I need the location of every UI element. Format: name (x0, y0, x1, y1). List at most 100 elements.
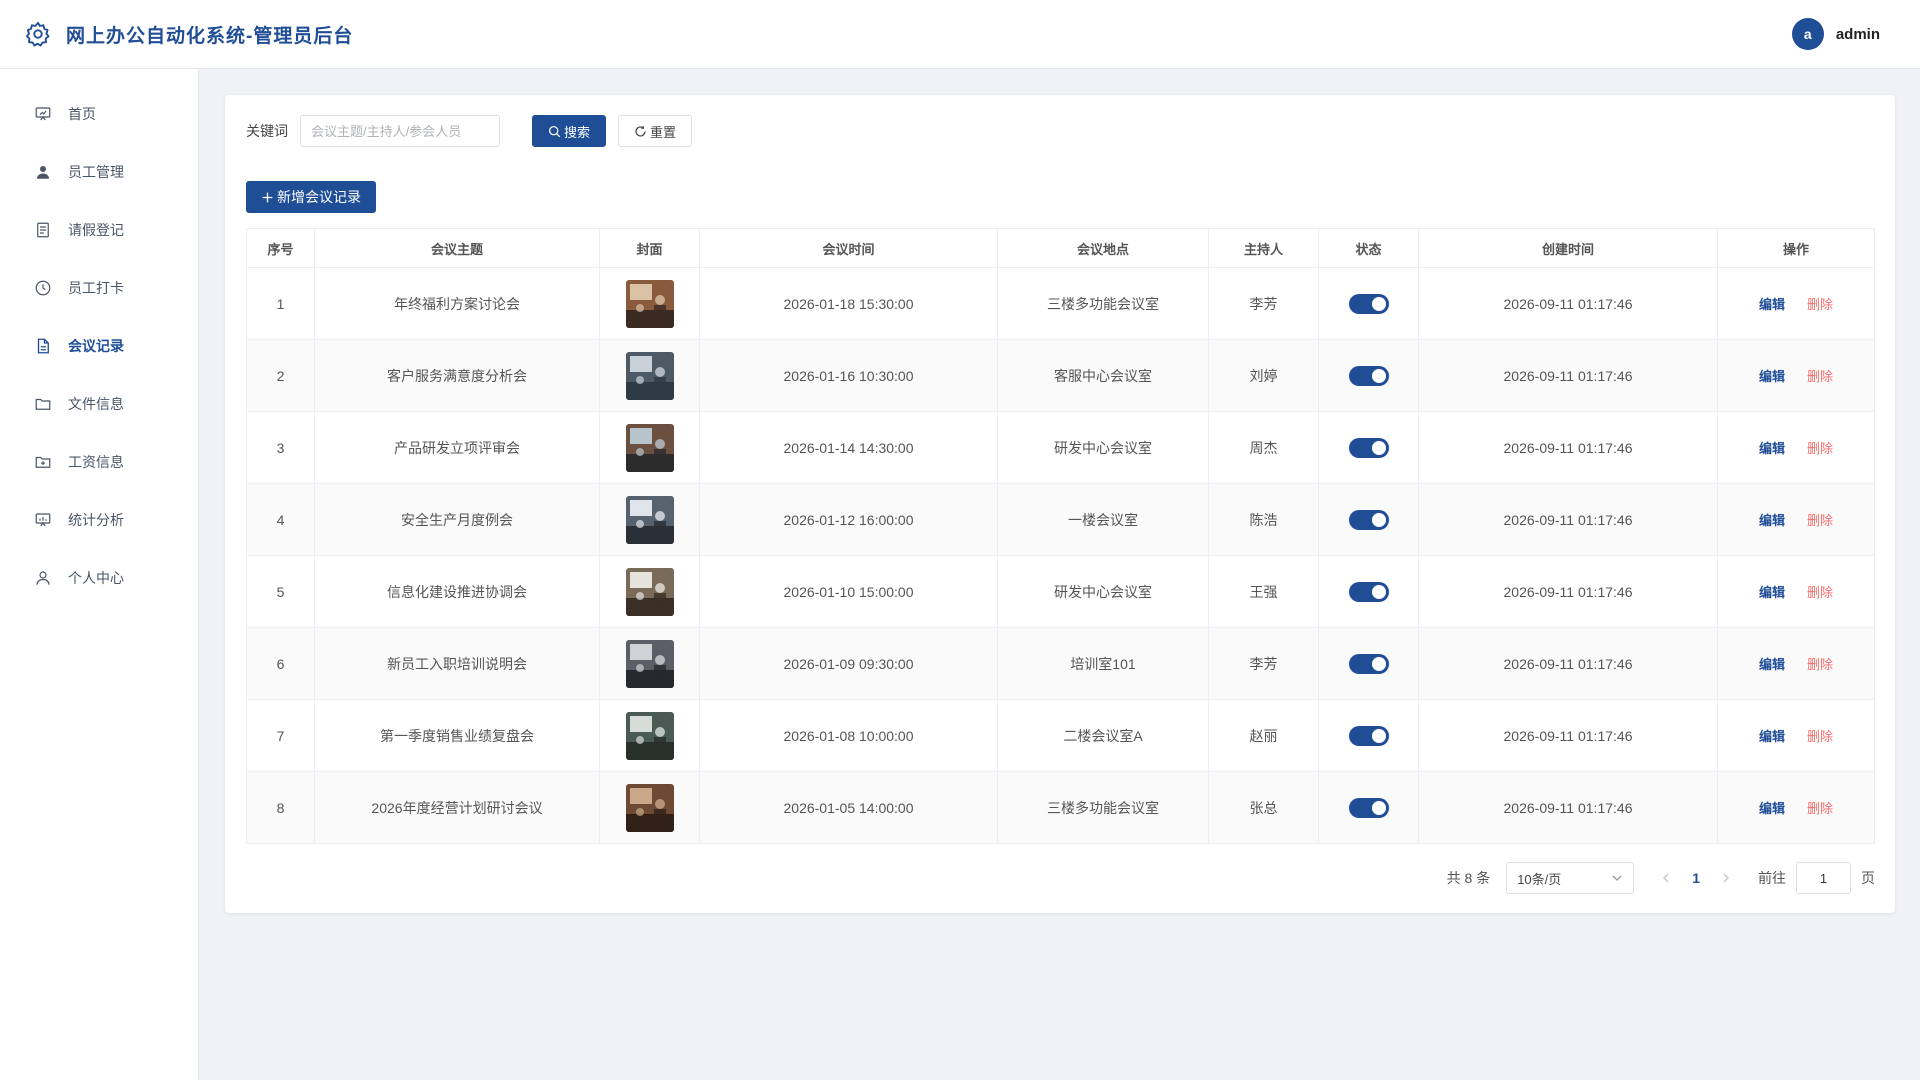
status-toggle[interactable] (1348, 293, 1389, 314)
cell-place: 研发中心会议室 (997, 555, 1209, 628)
delete-button[interactable]: 删除 (1807, 801, 1833, 816)
cell-topic: 信息化建设推进协调会 (314, 555, 600, 628)
table-row: 5 信息化建设推进协调会 2026-01-10 15:00:00 研发中心会议室 王强 2… (246, 555, 1875, 628)
prev-page-icon[interactable] (1660, 872, 1672, 884)
edit-button[interactable]: 编辑 (1759, 369, 1785, 384)
cell-host: 刘婷 (1208, 339, 1319, 412)
reset-button-label: 重置 (649, 124, 676, 140)
search-button-label: 搜索 (563, 124, 590, 140)
status-toggle[interactable] (1348, 725, 1389, 746)
status-toggle[interactable] (1348, 581, 1389, 602)
cell-no: 3 (246, 411, 315, 484)
cover-image[interactable] (625, 567, 674, 616)
goto-page-input[interactable] (1796, 862, 1851, 894)
cell-time: 2026-01-12 16:00:00 (699, 483, 998, 556)
status-toggle[interactable] (1348, 797, 1389, 818)
cover-image[interactable] (625, 783, 674, 832)
delete-button[interactable]: 删除 (1807, 729, 1833, 744)
cover-image[interactable] (625, 711, 674, 760)
cell-topic: 产品研发立项评审会 (314, 411, 600, 484)
edit-button[interactable]: 编辑 (1759, 801, 1785, 816)
sidebar-item-leave[interactable]: 请假登记 (0, 201, 198, 259)
edit-button[interactable]: 编辑 (1759, 513, 1785, 528)
col-header-cover: 封面 (599, 228, 700, 268)
status-toggle[interactable] (1348, 509, 1389, 530)
cell-actions: 编辑 删除 (1717, 339, 1875, 412)
sidebar-item-label: 请假登记 (68, 222, 124, 238)
cell-time: 2026-01-08 10:00:00 (699, 699, 998, 772)
edit-button[interactable]: 编辑 (1759, 585, 1785, 600)
col-header-actions: 操作 (1717, 228, 1875, 268)
app-title: 网上办公自动化系统-管理员后台 (66, 25, 354, 47)
sidebar-item-employees[interactable]: 员工管理 (0, 143, 198, 201)
cell-host: 陈浩 (1208, 483, 1319, 556)
add-meeting-button[interactable]: 新增会议记录 (246, 181, 376, 213)
sidebar-item-label: 个人中心 (68, 570, 124, 586)
cell-topic: 新员工入职培训说明会 (314, 627, 600, 700)
edit-button[interactable]: 编辑 (1759, 441, 1785, 456)
edit-button[interactable]: 编辑 (1759, 729, 1785, 744)
cover-image[interactable] (625, 639, 674, 688)
status-toggle[interactable] (1348, 653, 1389, 674)
page-size-value: 10条/页 (1517, 871, 1562, 887)
user-menu[interactable]: a admin (1791, 18, 1880, 50)
username[interactable]: admin (1836, 26, 1880, 43)
cover-image[interactable] (625, 423, 674, 472)
cell-time: 2026-01-05 14:00:00 (699, 771, 998, 844)
sidebar-item-files[interactable]: 文件信息 (0, 375, 198, 433)
cell-no: 8 (246, 771, 315, 844)
delete-button[interactable]: 删除 (1807, 369, 1833, 384)
cell-place: 客服中心会议室 (997, 339, 1209, 412)
cell-no: 2 (246, 339, 315, 412)
cell-no: 6 (246, 627, 315, 700)
cell-place: 研发中心会议室 (997, 411, 1209, 484)
cell-actions: 编辑 删除 (1717, 555, 1875, 628)
gear-icon (25, 21, 50, 47)
cell-created: 2026-09-11 01:17:46 (1418, 339, 1718, 412)
next-page-icon[interactable] (1720, 872, 1732, 884)
cell-created: 2026-09-11 01:17:46 (1418, 411, 1718, 484)
search-icon (548, 125, 561, 137)
status-toggle[interactable] (1348, 365, 1389, 386)
sidebar-item-profile[interactable]: 个人中心 (0, 549, 198, 607)
cell-actions: 编辑 删除 (1717, 483, 1875, 556)
status-toggle[interactable] (1348, 437, 1389, 458)
delete-button[interactable]: 删除 (1807, 657, 1833, 672)
person-icon (36, 571, 50, 585)
page-size-select[interactable]: 10条/页 (1506, 862, 1635, 894)
page-number-1[interactable]: 1 (1692, 870, 1700, 886)
search-bar: 关键词 搜索 重置 (246, 115, 1874, 147)
edit-button[interactable]: 编辑 (1759, 297, 1785, 312)
cover-image[interactable] (625, 351, 674, 400)
cell-topic: 第一季度销售业绩复盘会 (314, 699, 600, 772)
sidebar-item-home[interactable]: 首页 (0, 85, 198, 143)
cell-no: 1 (246, 267, 315, 340)
document-icon (37, 222, 49, 238)
cell-cover (599, 555, 700, 628)
reset-button[interactable]: 重置 (618, 115, 692, 147)
sidebar-item-meetings[interactable]: 会议记录 (0, 317, 198, 375)
cell-actions: 编辑 删除 (1717, 267, 1875, 340)
sidebar-item-attendance[interactable]: 员工打卡 (0, 259, 198, 317)
main-card: 关键词 搜索 重置 新增会议记录 序号 会议主题 封面 会议时间 会议地点 (225, 95, 1895, 913)
delete-button[interactable]: 删除 (1807, 585, 1833, 600)
table-row: 3 产品研发立项评审会 2026-01-14 14:30:00 研发中心会议室 周杰 20… (246, 411, 1875, 484)
search-button[interactable]: 搜索 (532, 115, 606, 147)
edit-button[interactable]: 编辑 (1759, 657, 1785, 672)
col-header-no: 序号 (246, 228, 315, 268)
cell-created: 2026-09-11 01:17:46 (1418, 771, 1718, 844)
sidebar-item-label: 员工打卡 (68, 280, 124, 296)
cover-image[interactable] (625, 279, 674, 328)
sidebar-item-statistics[interactable]: 统计分析 (0, 491, 198, 549)
sidebar-item-salary[interactable]: 工资信息 (0, 433, 198, 491)
cover-image[interactable] (625, 495, 674, 544)
avatar[interactable]: a (1791, 18, 1824, 50)
cell-no: 4 (246, 483, 315, 556)
delete-button[interactable]: 删除 (1807, 297, 1833, 312)
delete-button[interactable]: 删除 (1807, 513, 1833, 528)
delete-button[interactable]: 删除 (1807, 441, 1833, 456)
sidebar: 首页 员工管理 请假登记 员工打卡 会议记录 文件信息 工资信息 统计分析 个人… (0, 69, 199, 1080)
cell-status (1318, 483, 1419, 556)
table-row: 7 第一季度销售业绩复盘会 2026-01-08 10:00:00 二楼会议室A 赵丽 2… (246, 699, 1875, 772)
search-input[interactable] (300, 115, 500, 147)
